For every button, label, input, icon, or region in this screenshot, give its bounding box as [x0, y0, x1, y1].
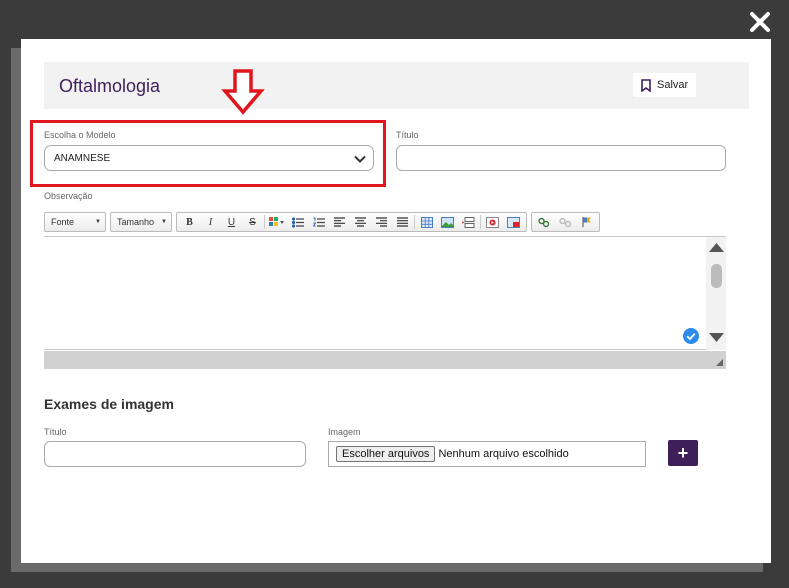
scroll-thumb[interactable]	[711, 264, 722, 288]
model-select[interactable]: ANAMNESE	[44, 145, 374, 171]
title-label: Título	[396, 130, 419, 140]
align-center-icon[interactable]	[350, 213, 371, 231]
bookmark-icon	[641, 78, 651, 92]
page-title: Oftalmologia	[59, 76, 161, 96]
embed-icon[interactable]	[503, 213, 524, 231]
scroll-up-icon[interactable]	[709, 243, 724, 252]
chevron-down-icon	[354, 155, 366, 163]
check-circle-icon	[683, 328, 699, 344]
exam-image-label: Imagem	[328, 427, 361, 437]
down-arrow-icon	[221, 69, 265, 115]
observation-label: Observação	[44, 191, 93, 201]
font-combo[interactable]: Fonte ▼	[44, 212, 106, 232]
modal-header: Oftalmologia Salvar	[44, 62, 749, 109]
toolbar-separator	[264, 215, 265, 229]
font-combo-label: Fonte	[51, 217, 75, 227]
resize-handle-icon[interactable]	[716, 359, 723, 366]
toolbar-separator	[414, 215, 415, 229]
anchor-flag-icon[interactable]	[576, 213, 597, 231]
file-status-text: Nenhum arquivo escolhido	[438, 448, 569, 460]
exams-section-title: Exames de imagem	[44, 396, 174, 412]
link-group	[531, 212, 600, 232]
editor-toolbar: Fonte ▼ Tamanho ▼ B I U S	[44, 209, 726, 235]
align-justify-icon[interactable]	[392, 213, 413, 231]
font-combo-caret-icon: ▼	[95, 219, 101, 225]
italic-icon[interactable]: I	[200, 213, 221, 231]
format-group: B I U S	[176, 212, 527, 232]
size-combo[interactable]: Tamanho ▼	[110, 212, 172, 232]
align-right-icon[interactable]	[371, 213, 392, 231]
size-combo-label: Tamanho	[117, 217, 155, 227]
image-file-input[interactable]: Escolher arquivos Nenhum arquivo escolhi…	[328, 441, 646, 467]
link-icon[interactable]	[534, 213, 555, 231]
save-label: Salvar	[657, 79, 689, 91]
model-label: Escolha o Modelo	[44, 130, 116, 140]
underline-icon[interactable]: U	[221, 213, 242, 231]
title-input[interactable]	[396, 145, 726, 171]
text-color-icon[interactable]	[266, 213, 287, 231]
toolbar-separator	[480, 215, 481, 229]
exam-title-input[interactable]	[44, 441, 306, 467]
editor-scrollbar[interactable]	[706, 237, 726, 350]
save-button[interactable]: Salvar	[633, 73, 697, 97]
editor-status-bar	[44, 351, 726, 369]
exam-title-label: Título	[44, 427, 67, 437]
strikethrough-icon[interactable]: S	[242, 213, 263, 231]
close-icon[interactable]	[748, 10, 772, 34]
size-combo-caret-icon: ▼	[161, 219, 167, 225]
scroll-down-icon[interactable]	[709, 333, 724, 342]
align-left-icon[interactable]	[329, 213, 350, 231]
observation-editor[interactable]	[44, 237, 726, 350]
table-icon[interactable]	[416, 213, 437, 231]
add-exam-button[interactable]: +	[668, 440, 698, 466]
choose-files-button[interactable]: Escolher arquivos	[336, 446, 436, 462]
numbered-list-icon[interactable]	[308, 213, 329, 231]
page-break-icon[interactable]	[458, 213, 479, 231]
image-icon[interactable]	[437, 213, 458, 231]
unlink-icon[interactable]	[555, 213, 576, 231]
bold-icon[interactable]: B	[179, 213, 200, 231]
video-icon[interactable]	[482, 213, 503, 231]
model-select-value: ANAMNESE	[54, 152, 111, 164]
bullet-list-icon[interactable]	[287, 213, 308, 231]
modal-dialog: Oftalmologia Salvar Escolha o Modelo ANA…	[21, 39, 771, 563]
